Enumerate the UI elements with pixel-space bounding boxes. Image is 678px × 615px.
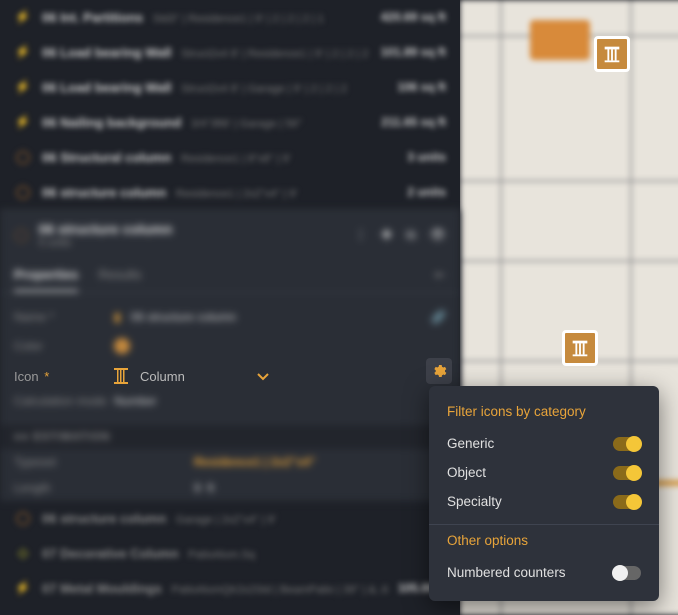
color-swatch[interactable] xyxy=(114,338,130,354)
item-name: 06 Nailing background xyxy=(42,115,181,130)
typeset-label: Typeset xyxy=(14,455,194,469)
toggle-numbered[interactable] xyxy=(613,566,641,580)
length-value[interactable]: 9 xyxy=(194,481,201,495)
toggle-object[interactable] xyxy=(613,466,641,480)
link-icon[interactable]: 🔗 xyxy=(431,310,446,324)
connector-icon: ⚡ xyxy=(14,78,32,96)
connector-icon: ⚡ xyxy=(14,113,32,131)
toggle-specialty[interactable] xyxy=(613,495,641,509)
item-sub: PatioAlum.Sq xyxy=(188,549,255,561)
item-name: 06 Load bearing Wall xyxy=(42,80,172,95)
tab-results[interactable]: Results xyxy=(98,259,141,292)
item-name: 06 structure column xyxy=(42,511,166,526)
item-sub: Struct2x4 8' | Garage | 9' | 2 | 2 | 2 xyxy=(181,83,347,95)
icon-filter-popup: Filter icons by category Generic Object … xyxy=(429,386,659,601)
prop-calc-value[interactable]: Number xyxy=(114,394,157,408)
item-sub: Residence1 | 2x2"x4" | 9' xyxy=(176,188,297,200)
filter-option-generic[interactable]: Generic xyxy=(429,429,659,458)
icon-dropdown-row: Icon * Column xyxy=(0,358,460,394)
length-unit: ft xyxy=(207,481,214,495)
column-icon xyxy=(114,368,128,384)
item-qty: 211.65 sq ft xyxy=(381,115,446,129)
icon-settings-button[interactable] xyxy=(426,358,452,384)
chevron-down-icon xyxy=(257,369,269,384)
item-name: 06 Load bearing Wall xyxy=(42,45,172,60)
option-label: Numbered counters xyxy=(447,565,566,580)
column-marker-icon[interactable] xyxy=(562,330,598,366)
add-icon[interactable]: ✚ xyxy=(381,227,392,243)
copy-icon[interactable]: ⧉ xyxy=(406,227,415,243)
option-numbered-counters[interactable]: Numbered counters xyxy=(429,558,659,587)
item-sub: Residence1 | 8"x8" | 9' xyxy=(181,153,291,165)
detail-tabs: Properties Results ⇤ xyxy=(0,259,460,293)
list-item[interactable]: ⚡ 06 Load bearing Wall Struct2x4 8' | Re… xyxy=(0,35,460,70)
item-name: 06 Int. Partitions xyxy=(42,10,143,25)
column-marker-icon[interactable] xyxy=(594,36,630,72)
connector-icon: ⚡ xyxy=(14,43,32,61)
item-qty: 3 units xyxy=(407,150,446,164)
item-sub: Std3" | Residence1 | 9' | 2 | 2 | 2 | 1 xyxy=(153,13,324,25)
list-item[interactable]: ⚡ 06 Load bearing Wall Struct2x4 8' | Ga… xyxy=(0,70,460,105)
option-label: Generic xyxy=(447,436,494,451)
estimation-header[interactable]: ●● ESTIMATION xyxy=(0,425,460,449)
tab-properties[interactable]: Properties xyxy=(14,259,78,292)
item-qty: 106 sq ft xyxy=(397,80,446,94)
filter-option-specialty[interactable]: Specialty xyxy=(429,487,659,516)
length-label: Length xyxy=(14,481,194,495)
item-name: 07 Metal Mouldings xyxy=(42,581,162,596)
ring-icon: ◯ xyxy=(14,183,32,201)
item-detail-panel: ◯ 06 structure column 5 units ⋮ ✚ ⧉ 👁 Pr… xyxy=(0,210,460,501)
detail-subtitle: 5 units xyxy=(39,237,173,249)
kebab-icon[interactable]: ⋮ xyxy=(354,227,367,243)
eye-icon[interactable]: 👁 xyxy=(429,227,446,243)
list-item[interactable]: ◯ 06 structure column Residence1 | 2x2"x… xyxy=(0,175,460,210)
connector-icon: ⚡ xyxy=(14,8,32,26)
prop-icon-label: Icon xyxy=(14,369,39,384)
item-qty: 101.89 sq ft xyxy=(381,45,446,59)
diamond-icon: ◇ xyxy=(14,544,32,562)
item-sub: PatioAlumQtr2x2Std | BeamPatio | 39° | &… xyxy=(172,584,389,596)
filter-option-object[interactable]: Object xyxy=(429,458,659,487)
prop-name-label: Name * xyxy=(14,310,114,324)
list-item[interactable]: ◇ 07 Decorative Column PatioAlum.Sq 2 xyxy=(0,536,460,571)
required-marker: * xyxy=(44,369,49,384)
item-sub: Garage | 2x2"x4" | 9' xyxy=(176,514,276,526)
ring-icon: ◯ xyxy=(14,148,32,166)
tag-icon: ▮ xyxy=(114,310,121,324)
item-sub: 3/4"3ft8' | Garage | 56° xyxy=(191,118,302,130)
list-item[interactable]: ⚡ 06 Int. Partitions Std3" | Residence1 … xyxy=(0,0,460,35)
popup-filter-title: Filter icons by category xyxy=(429,404,659,429)
gear-icon xyxy=(431,363,447,379)
list-item[interactable]: ⚡ 07 Metal Mouldings PatioAlumQtr2x2Std … xyxy=(0,571,460,606)
typeset-value[interactable]: Residence1 | 2x2"x4" xyxy=(194,455,315,469)
item-name: 06 Structural column xyxy=(42,150,171,165)
list-item[interactable]: ◯ 06 Structural column Residence1 | 8"x8… xyxy=(0,140,460,175)
item-name: 07 Decorative Column xyxy=(42,546,179,561)
collapse-icon[interactable]: ⇤ xyxy=(435,259,446,292)
items-list-top: ⚡ 06 Int. Partitions Std3" | Residence1 … xyxy=(0,0,460,606)
list-item[interactable]: ⚡ 06 Nailing background 3/4"3ft8' | Gara… xyxy=(0,105,460,140)
ring-icon: ◯ xyxy=(14,227,29,243)
option-label: Object xyxy=(447,465,486,480)
ring-icon: ◯ xyxy=(14,509,32,527)
item-qty: 420.69 sq ft xyxy=(381,10,446,24)
option-label: Specialty xyxy=(447,494,502,509)
takeoff-sidebar: ⚡ 06 Int. Partitions Std3" | Residence1 … xyxy=(0,0,460,615)
item-sub: Struct2x4 8' | Residence1 | 9' | 2 | 2 |… xyxy=(181,48,368,60)
prop-name-value[interactable]: 06 structure column xyxy=(131,310,236,324)
list-item[interactable]: ◯ 06 structure column Garage | 2x2"x4" |… xyxy=(0,501,460,536)
toggle-generic[interactable] xyxy=(613,437,641,451)
item-name: 06 structure column xyxy=(42,185,166,200)
connector-icon: ⚡ xyxy=(14,579,32,597)
icon-dropdown[interactable]: Column xyxy=(114,368,446,384)
prop-calc-label: Calculation mode xyxy=(14,394,114,408)
item-qty: 2 units xyxy=(407,185,446,199)
prop-color-label: Color xyxy=(14,339,114,353)
detail-title: 06 structure column xyxy=(39,221,173,237)
icon-dropdown-value: Column xyxy=(140,369,185,384)
popup-other-title: Other options xyxy=(429,533,659,558)
